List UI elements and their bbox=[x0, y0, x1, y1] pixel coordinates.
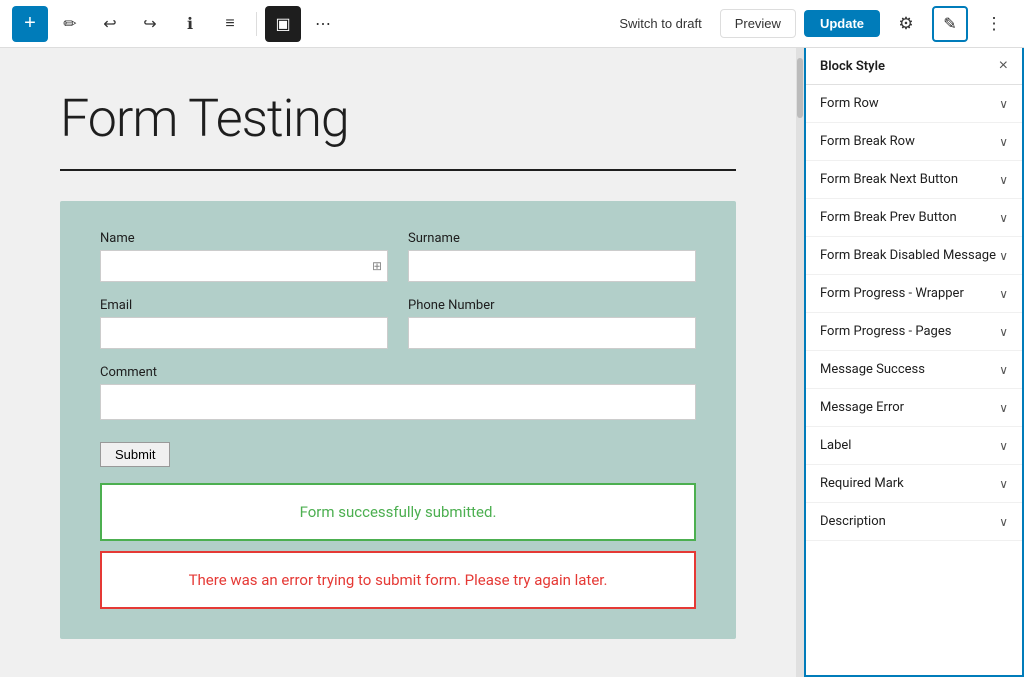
scrollbar[interactable] bbox=[796, 48, 804, 677]
panel-item[interactable]: Form Break Next Button ∨ bbox=[806, 161, 1022, 199]
name-label: Name bbox=[100, 231, 388, 246]
panel-item-label: Form Break Prev Button bbox=[820, 210, 957, 225]
phone-field: Phone Number bbox=[408, 298, 696, 349]
chevron-down-icon: ∨ bbox=[999, 173, 1008, 187]
editor-area: Form Testing Name ⊞ Surname bbox=[0, 48, 796, 677]
scroll-thumb bbox=[797, 58, 803, 118]
title-divider bbox=[60, 169, 736, 171]
toolbar: + ✏ ↩ ↪ ℹ ≡ ▣ ⋯ Switch to draft Preview … bbox=[0, 0, 1024, 48]
panel-items-container: Form Row ∨ Form Break Row ∨ Form Break N… bbox=[806, 85, 1022, 541]
panel-item[interactable]: Message Success ∨ bbox=[806, 351, 1022, 389]
error-message: There was an error trying to submit form… bbox=[100, 551, 696, 609]
chevron-down-icon: ∨ bbox=[999, 287, 1008, 301]
comment-field: Comment bbox=[100, 365, 696, 420]
email-label: Email bbox=[100, 298, 388, 313]
update-button[interactable]: Update bbox=[804, 10, 880, 37]
chevron-down-icon: ∨ bbox=[999, 401, 1008, 415]
settings-button[interactable]: ⚙ bbox=[888, 6, 924, 42]
panel-item-label: Form Break Disabled Message bbox=[820, 248, 996, 263]
panel-item[interactable]: Label ∨ bbox=[806, 427, 1022, 465]
page-title: Form Testing bbox=[60, 88, 736, 149]
panel-item-label: Message Success bbox=[820, 362, 925, 377]
list-view-button[interactable]: ≡ bbox=[212, 6, 248, 42]
switch-to-draft-button[interactable]: Switch to draft bbox=[609, 10, 711, 37]
add-block-button[interactable]: + bbox=[12, 6, 48, 42]
name-surname-row: Name ⊞ Surname bbox=[100, 231, 696, 282]
comment-label: Comment bbox=[100, 365, 696, 380]
panel-title: Block Style bbox=[820, 59, 885, 74]
surname-input[interactable] bbox=[408, 250, 696, 282]
panel-item-label: Message Error bbox=[820, 400, 904, 415]
toolbar-divider bbox=[256, 12, 257, 36]
chevron-down-icon: ∨ bbox=[999, 211, 1008, 225]
name-input[interactable] bbox=[100, 250, 388, 282]
name-input-icon: ⊞ bbox=[372, 259, 382, 273]
panel-item-label: Form Progress - Pages bbox=[820, 324, 951, 339]
chevron-down-icon: ∨ bbox=[999, 135, 1008, 149]
edit-mode-button[interactable]: ✎ bbox=[932, 6, 968, 42]
draw-button[interactable]: ✏ bbox=[52, 6, 88, 42]
panel-item-label: Required Mark bbox=[820, 476, 904, 491]
panel-item[interactable]: Message Error ∨ bbox=[806, 389, 1022, 427]
options-button[interactable]: ⋮ bbox=[976, 6, 1012, 42]
redo-button[interactable]: ↪ bbox=[132, 6, 168, 42]
comment-input[interactable] bbox=[100, 384, 696, 420]
panel-item[interactable]: Form Break Row ∨ bbox=[806, 123, 1022, 161]
panel-item-label: Form Progress - Wrapper bbox=[820, 286, 964, 301]
panel-item-label: Form Break Next Button bbox=[820, 172, 958, 187]
preview-button[interactable]: Preview bbox=[720, 9, 796, 38]
name-field: Name ⊞ bbox=[100, 231, 388, 282]
chevron-down-icon: ∨ bbox=[999, 249, 1008, 263]
panel-item-label: Form Break Row bbox=[820, 134, 915, 149]
undo-button[interactable]: ↩ bbox=[92, 6, 128, 42]
chevron-down-icon: ∨ bbox=[999, 97, 1008, 111]
more-options-button[interactable]: ⋯ bbox=[305, 6, 341, 42]
email-input[interactable] bbox=[100, 317, 388, 349]
panel-item[interactable]: Form Break Disabled Message ∨ bbox=[806, 237, 1022, 275]
view-button[interactable]: ▣ bbox=[265, 6, 301, 42]
comment-row: Comment bbox=[100, 365, 696, 420]
toolbar-right: Switch to draft Preview Update ⚙ ✎ ⋮ bbox=[609, 6, 1012, 42]
email-field: Email bbox=[100, 298, 388, 349]
panel-close-button[interactable]: × bbox=[999, 58, 1008, 74]
chevron-down-icon: ∨ bbox=[999, 477, 1008, 491]
block-style-panel: Block Style × Form Row ∨ Form Break Row … bbox=[804, 48, 1024, 677]
panel-item[interactable]: Form Row ∨ bbox=[806, 85, 1022, 123]
panel-header: Block Style × bbox=[806, 48, 1022, 85]
main-layout: Form Testing Name ⊞ Surname bbox=[0, 48, 1024, 677]
phone-input[interactable] bbox=[408, 317, 696, 349]
panel-item-label: Form Row bbox=[820, 96, 879, 111]
surname-label: Surname bbox=[408, 231, 696, 246]
surname-field: Surname bbox=[408, 231, 696, 282]
toolbar-left: + ✏ ↩ ↪ ℹ ≡ ▣ ⋯ bbox=[12, 6, 341, 42]
success-message: Form successfully submitted. bbox=[100, 483, 696, 541]
panel-item[interactable]: Form Progress - Wrapper ∨ bbox=[806, 275, 1022, 313]
chevron-down-icon: ∨ bbox=[999, 515, 1008, 529]
name-input-wrapper: ⊞ bbox=[100, 250, 388, 282]
panel-item[interactable]: Description ∨ bbox=[806, 503, 1022, 541]
info-button[interactable]: ℹ bbox=[172, 6, 208, 42]
panel-item-label: Description bbox=[820, 514, 886, 529]
chevron-down-icon: ∨ bbox=[999, 325, 1008, 339]
phone-label: Phone Number bbox=[408, 298, 696, 313]
panel-item-label: Label bbox=[820, 438, 851, 453]
panel-item[interactable]: Form Progress - Pages ∨ bbox=[806, 313, 1022, 351]
chevron-down-icon: ∨ bbox=[999, 439, 1008, 453]
panel-item[interactable]: Form Break Prev Button ∨ bbox=[806, 199, 1022, 237]
submit-button[interactable]: Submit bbox=[100, 442, 170, 467]
email-phone-row: Email Phone Number bbox=[100, 298, 696, 349]
panel-item[interactable]: Required Mark ∨ bbox=[806, 465, 1022, 503]
chevron-down-icon: ∨ bbox=[999, 363, 1008, 377]
form-container: Name ⊞ Surname Email Phon bbox=[60, 201, 736, 639]
